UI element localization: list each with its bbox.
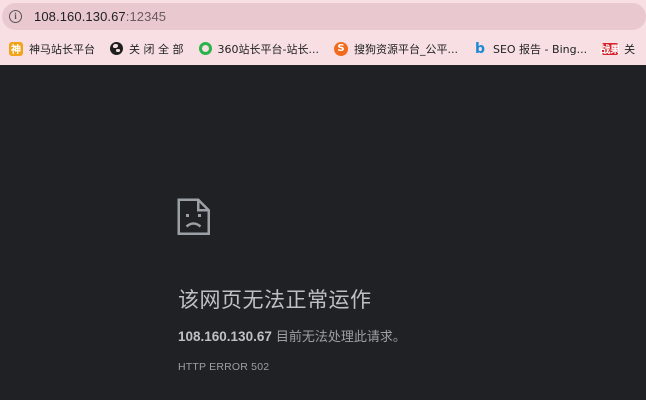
url-host: 108.160.130.67 [34,9,126,24]
bookmark-label: 关 闭 全 部 [129,42,184,56]
bookmark-label: 360站长平台-站长... [217,42,319,56]
bookmark-label: 搜狗资源平台_公平... [353,42,458,56]
bookmark-label: 神马站长平台 [29,42,95,56]
url-port: :12345 [125,9,167,24]
error-title: 该网页无法正常运作 [178,288,372,312]
sogou-favicon-icon: S [333,41,348,56]
globe-icon [110,42,123,55]
shenma-favicon-icon: 神 [9,41,23,56]
bookmark-overflow[interactable]: 战果 关 [593,37,641,61]
bookmarks-bar: 神 神马站长平台 关 闭 全 部 360站长平台-站长... S 搜狗资源平台_… [0,33,646,64]
bookmark-360[interactable]: 360站长平台-站长... [190,37,325,61]
browser-chrome: i 108.160.130.67:12345 神 神马站长平台 关 闭 全 部 … [0,0,646,65]
error-host: 108.160.130.67 [178,329,272,344]
bookmark-bing[interactable]: b SEO 报告 - Bing... [464,37,593,61]
bookmark-label: 关 [624,42,636,56]
address-bar[interactable]: i 108.160.130.67:12345 [0,0,646,33]
bookmark-shenma[interactable]: 神 神马站长平台 [0,37,101,61]
error-message: 目前无法处理此请求。 [275,330,406,345]
bing-favicon-icon: b [474,40,485,57]
bookmark-close-all[interactable]: 关 闭 全 部 [101,37,190,61]
error-description: 108.160.130.67 目前无法处理此请求。 [178,326,406,345]
error-code: HTTP ERROR 502 [178,361,270,373]
360-favicon-icon [198,42,212,55]
sad-page-icon [177,198,210,235]
bookmark-label: SEO 报告 - Bing... [492,42,588,56]
info-icon[interactable]: i [9,10,22,23]
error-page: 该网页无法正常运作 108.160.130.67 目前无法处理此请求。 HTTP … [0,65,646,400]
bookmark-sogou[interactable]: S 搜狗资源平台_公平... [325,37,464,61]
url-text[interactable]: 108.160.130.67:12345 [34,9,166,24]
red-favicon-icon: 战果 [600,42,620,56]
